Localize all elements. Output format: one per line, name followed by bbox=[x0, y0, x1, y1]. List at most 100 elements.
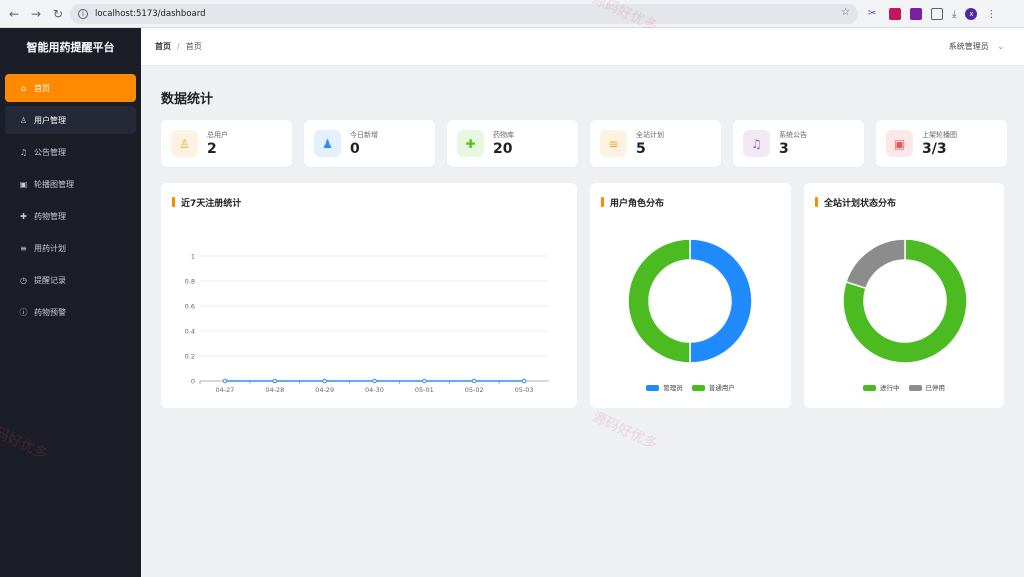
profile-avatar[interactable]: x bbox=[965, 8, 978, 20]
stat-value: 0 bbox=[350, 141, 360, 157]
data-point bbox=[521, 378, 527, 384]
legend-swatch bbox=[691, 385, 705, 391]
star-icon[interactable]: ☆ bbox=[841, 7, 850, 18]
browser-toolbar: ← → ↻ i localhost:5173/dashboard ☆ ✂ ⤓ x… bbox=[0, 0, 1024, 28]
data-point bbox=[422, 378, 427, 384]
header: 首页 / 首页 系统管理员 ⌄ bbox=[141, 28, 1024, 66]
sidebar-item-label: 首页 bbox=[34, 83, 50, 93]
sidebar-item[interactable]: ≡ 用药计划 bbox=[5, 234, 136, 262]
legend-label: 已停用 bbox=[925, 384, 946, 392]
sidebar-item[interactable]: ⌂ 首页 bbox=[5, 74, 136, 102]
bell-icon: ♫ bbox=[19, 147, 28, 157]
data-point bbox=[272, 378, 278, 384]
address-bar[interactable]: i localhost:5173/dashboard ☆ bbox=[70, 4, 858, 24]
stat-label: 上架轮播图 bbox=[922, 131, 957, 139]
legend-item[interactable]: 普通用户 bbox=[691, 382, 735, 392]
sidebar-item-label: 用户管理 bbox=[34, 115, 66, 125]
sidebar-item[interactable]: ◷ 提醒记录 bbox=[5, 266, 136, 294]
chevron-down-icon: ⌄ bbox=[997, 42, 1004, 51]
url-text: localhost:5173/dashboard bbox=[95, 9, 206, 19]
sidebar-item[interactable]: ▣ 轮播图管理 bbox=[5, 170, 136, 198]
stats-row: ♙ 总用户 2 ♟ 今日新增 0 ✚ 药物库 20 ≡ 全站计划 5 ♫ 系统公告 3 ▣ 上架轮播图 3/3 bbox=[161, 120, 1007, 167]
image-icon: ▣ bbox=[19, 179, 28, 189]
sidebar-item[interactable]: ♙ 用户管理 bbox=[5, 106, 136, 134]
x-tick-label: 04-27 bbox=[215, 386, 234, 394]
stat-card: ♫ 系统公告 3 bbox=[733, 120, 864, 167]
x-tick-label: 04-29 bbox=[315, 386, 334, 394]
medkit-icon: ✚ bbox=[457, 130, 484, 157]
y-tick-label: 0.2 bbox=[185, 353, 195, 361]
registration-chart-card: 近7天注册统计 0 0.2 0.4 0.6 0.8 1 04-27 04-28 04-29 04-… bbox=[161, 183, 577, 408]
legend-swatch bbox=[908, 385, 922, 391]
legend-swatch bbox=[646, 385, 660, 391]
sidebar-item-label: 轮播图管理 bbox=[34, 179, 74, 189]
line-chart: 0 0.2 0.4 0.6 0.8 1 04-27 04-28 04-29 04-30 05-01 0… bbox=[185, 253, 549, 394]
x-tick-label: 05-03 bbox=[515, 386, 534, 394]
download-icon[interactable]: ⤓ bbox=[952, 9, 956, 20]
stat-label: 全站计划 bbox=[636, 131, 664, 139]
reload-icon[interactable]: ↻ bbox=[50, 7, 66, 21]
user-icon: ♙ bbox=[171, 130, 198, 157]
x-tick-label: 04-28 bbox=[265, 386, 284, 394]
stat-card: ✚ 药物库 20 bbox=[447, 120, 578, 167]
role-chart-card: 用户角色分布 管理员 普通用户 bbox=[590, 183, 791, 408]
data-point bbox=[372, 378, 377, 384]
legend-item[interactable]: 已停用 bbox=[908, 382, 946, 392]
forward-icon[interactable]: → bbox=[28, 7, 44, 21]
plan-donut-chart bbox=[842, 238, 968, 364]
stat-card: ♙ 总用户 2 bbox=[161, 120, 292, 167]
app-logo: 智能用药提醒平台 bbox=[26, 41, 115, 54]
sidebar-item-label: 提醒记录 bbox=[34, 275, 66, 285]
home-icon: ⌂ bbox=[20, 83, 27, 93]
extension-icon[interactable]: ✂ bbox=[868, 8, 880, 20]
stat-label: 药物库 bbox=[493, 131, 514, 139]
sidebar: 智能用药提醒平台 ⌂ 首页 ♙ 用户管理 ♫ 公告管理 ▣ 轮播图管理 ✚ 药物管理 ≡ 用药计划 ◷ 提… bbox=[0, 28, 141, 577]
user-menu[interactable]: 系统管理员 ⌄ bbox=[949, 41, 1004, 52]
breadcrumb-home[interactable]: 首页 bbox=[155, 41, 171, 52]
stat-value: 20 bbox=[493, 141, 513, 157]
sidebar-item[interactable]: ✚ 药物管理 bbox=[5, 202, 136, 230]
puzzle-icon[interactable] bbox=[931, 8, 943, 20]
legend-label: 管理员 bbox=[663, 384, 683, 392]
user-name: 系统管理员 bbox=[948, 42, 989, 51]
stat-card: ♟ 今日新增 0 bbox=[304, 120, 435, 167]
sidebar-item-label: 用药计划 bbox=[34, 243, 66, 253]
main-content: 数据统计 ♙ 总用户 2 ♟ 今日新增 0 ✚ 药物库 20 ≡ 全站计划 5 ♫ 系统公告 3 ▣ 上架轮播图… bbox=[141, 66, 1024, 577]
plan-chart-card: 全站计划状态分布 进行中 已停用 bbox=[804, 183, 1004, 408]
legend-label: 进行中 bbox=[880, 384, 900, 392]
menu-dots-icon[interactable]: ⋮ bbox=[986, 9, 996, 20]
bell-icon: ♫ bbox=[743, 130, 770, 157]
sidebar-item[interactable]: ⓘ 药物预警 bbox=[5, 298, 136, 326]
info-icon[interactable]: i bbox=[78, 9, 88, 19]
legend-swatch bbox=[863, 385, 876, 391]
sidebar-menu: ⌂ 首页 ♙ 用户管理 ♫ 公告管理 ▣ 轮播图管理 ✚ 药物管理 ≡ 用药计划 ◷ 提醒记录 ⓘ 药物预警 bbox=[0, 66, 141, 326]
stat-card: ≡ 全站计划 5 bbox=[590, 120, 721, 167]
doc-icon: ≡ bbox=[600, 130, 627, 157]
alert-icon: ⓘ bbox=[19, 307, 28, 317]
role-donut-chart bbox=[627, 238, 753, 364]
pie-slice bbox=[627, 238, 691, 364]
legend-label: 普通用户 bbox=[708, 384, 735, 392]
chart-legend: 管理员 普通用户 bbox=[590, 382, 791, 392]
stat-value: 2 bbox=[207, 141, 217, 157]
y-tick-label: 0.6 bbox=[185, 303, 195, 311]
image-icon: ▣ bbox=[886, 130, 913, 157]
stat-label: 系统公告 bbox=[779, 131, 807, 139]
legend-item[interactable]: 进行中 bbox=[863, 382, 900, 392]
doc-icon: ≡ bbox=[20, 243, 27, 253]
sidebar-item-label: 公告管理 bbox=[34, 147, 66, 157]
sidebar-item-label: 药物管理 bbox=[34, 211, 66, 221]
extension-icon[interactable] bbox=[889, 8, 901, 20]
y-tick-label: 0.8 bbox=[185, 278, 195, 286]
sidebar-item[interactable]: ♫ 公告管理 bbox=[5, 138, 136, 166]
stat-value: 5 bbox=[636, 141, 646, 157]
legend-item[interactable]: 管理员 bbox=[646, 382, 683, 392]
page-title: 数据统计 bbox=[161, 92, 214, 107]
stat-value: 3 bbox=[779, 141, 789, 157]
data-point bbox=[471, 378, 477, 384]
sidebar-item-label: 药物预警 bbox=[34, 307, 66, 317]
x-tick-label: 05-01 bbox=[415, 386, 434, 394]
data-point bbox=[222, 378, 228, 384]
extension-icon[interactable] bbox=[910, 8, 922, 20]
back-icon[interactable]: ← bbox=[6, 7, 22, 21]
